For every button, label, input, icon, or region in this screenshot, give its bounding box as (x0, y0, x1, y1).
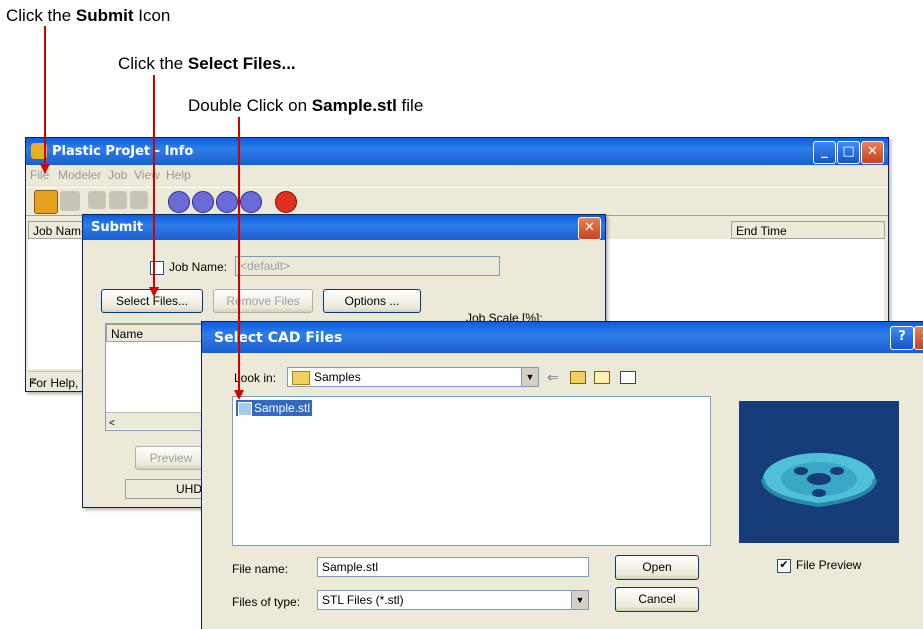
file-item-sample[interactable]: Sample.stl (236, 400, 313, 416)
cad-close-icon[interactable]: ✕ (914, 326, 923, 350)
annotation-select-files: Click the Select Files... (118, 54, 296, 73)
stop-icon[interactable] (275, 191, 297, 213)
submit-title: Submit (91, 220, 144, 235)
tool-icon-3[interactable] (88, 191, 106, 209)
look-in-select[interactable]: Samples ▼ (287, 367, 539, 387)
submit-icon[interactable] (34, 190, 58, 214)
menu-job[interactable]: Job (108, 168, 127, 182)
menu-view[interactable]: View (134, 168, 160, 182)
job-name-input[interactable]: <default> (235, 256, 500, 276)
files-of-type-value: STL Files (*.stl) (322, 593, 404, 607)
look-in-value: Samples (314, 370, 361, 384)
type-chevron-down-icon[interactable]: ▼ (571, 591, 588, 609)
cad-title: Select CAD Files (214, 330, 343, 346)
arrow-select-files (153, 75, 155, 289)
col-job-name[interactable]: Job Nam (28, 221, 88, 239)
tool-icon-4[interactable] (109, 191, 127, 209)
remove-files-button[interactable]: Remove Files (213, 289, 313, 313)
file-preview-pane (739, 401, 899, 543)
maximize-icon[interactable]: □ (837, 141, 860, 164)
minimize-icon[interactable]: _ (813, 141, 836, 164)
preview-button[interactable]: Preview (135, 446, 207, 470)
look-in-label: Look in: (234, 371, 277, 385)
arrowhead-select-files (149, 287, 159, 297)
preview-image (761, 453, 877, 508)
job-name-label: Job Name: (169, 260, 228, 274)
tool-icon-5[interactable] (130, 191, 148, 209)
circle-icon-3[interactable] (216, 191, 238, 213)
open-button[interactable]: Open (615, 555, 699, 580)
tool-icon-2[interactable] (60, 191, 80, 211)
arrowhead-sample-file (234, 390, 244, 400)
status-bar: For Help, (29, 376, 79, 390)
col-end-time[interactable]: End Time (731, 221, 885, 239)
up-folder-icon[interactable] (570, 371, 586, 384)
close-icon[interactable]: ✕ (861, 141, 884, 164)
files-of-type-select[interactable]: STL Files (*.stl) ▼ (317, 590, 589, 610)
menu-help[interactable]: Help (166, 168, 191, 182)
submit-hscroll[interactable]: < (106, 412, 206, 429)
stl-file-icon (238, 402, 252, 416)
annotation-sample-file: Double Click on Sample.stl file (188, 96, 424, 115)
view-menu-icon[interactable] (620, 371, 636, 384)
main-titlebar: Plastic ProJet - Info _ □ ✕ (26, 138, 888, 165)
arrow-sample-file (238, 117, 240, 392)
file-name-input[interactable]: Sample.stl (317, 557, 589, 577)
cad-titlebar: Select CAD Files ? ✕ (202, 322, 923, 353)
annotation-submit: Click the Submit Icon (6, 6, 171, 25)
main-title: Plastic ProJet - Info (52, 144, 194, 159)
file-preview-checkbox[interactable]: ✔ (777, 559, 791, 573)
new-folder-icon[interactable] (594, 371, 610, 384)
file-list-pane[interactable]: Sample.stl (232, 396, 711, 546)
arrow-submit (44, 26, 46, 166)
circle-icon-2[interactable] (192, 191, 214, 213)
submit-close-icon[interactable]: ✕ (578, 217, 601, 240)
submit-titlebar: Submit ✕ (83, 215, 605, 240)
file-name-label: File name: (232, 562, 289, 576)
select-cad-dialog: Select CAD Files ? ✕ Look in: Samples ▼ … (201, 321, 923, 629)
mode-field: UHD (125, 479, 207, 499)
arrowhead-submit (40, 164, 50, 174)
chevron-down-icon[interactable]: ▼ (521, 368, 538, 386)
menu-modeler[interactable]: Modeler (58, 168, 101, 182)
menu-bar: File Modeler Job View Help (26, 166, 888, 186)
circle-icon-1[interactable] (168, 191, 190, 213)
folder-icon (292, 371, 310, 385)
files-of-type-label: Files of type: (232, 595, 301, 609)
cancel-button[interactable]: Cancel (615, 587, 699, 612)
toolbar (26, 187, 888, 216)
submit-file-list[interactable]: Name < (105, 323, 207, 431)
options-button[interactable]: Options ... (323, 289, 421, 313)
circle-icon-4[interactable] (240, 191, 262, 213)
help-icon[interactable]: ? (890, 326, 914, 350)
col-name[interactable]: Name (106, 324, 206, 342)
file-item-label: Sample.stl (254, 401, 311, 415)
back-icon[interactable]: ⇐ (547, 369, 559, 386)
file-preview-label: File Preview (796, 558, 862, 572)
